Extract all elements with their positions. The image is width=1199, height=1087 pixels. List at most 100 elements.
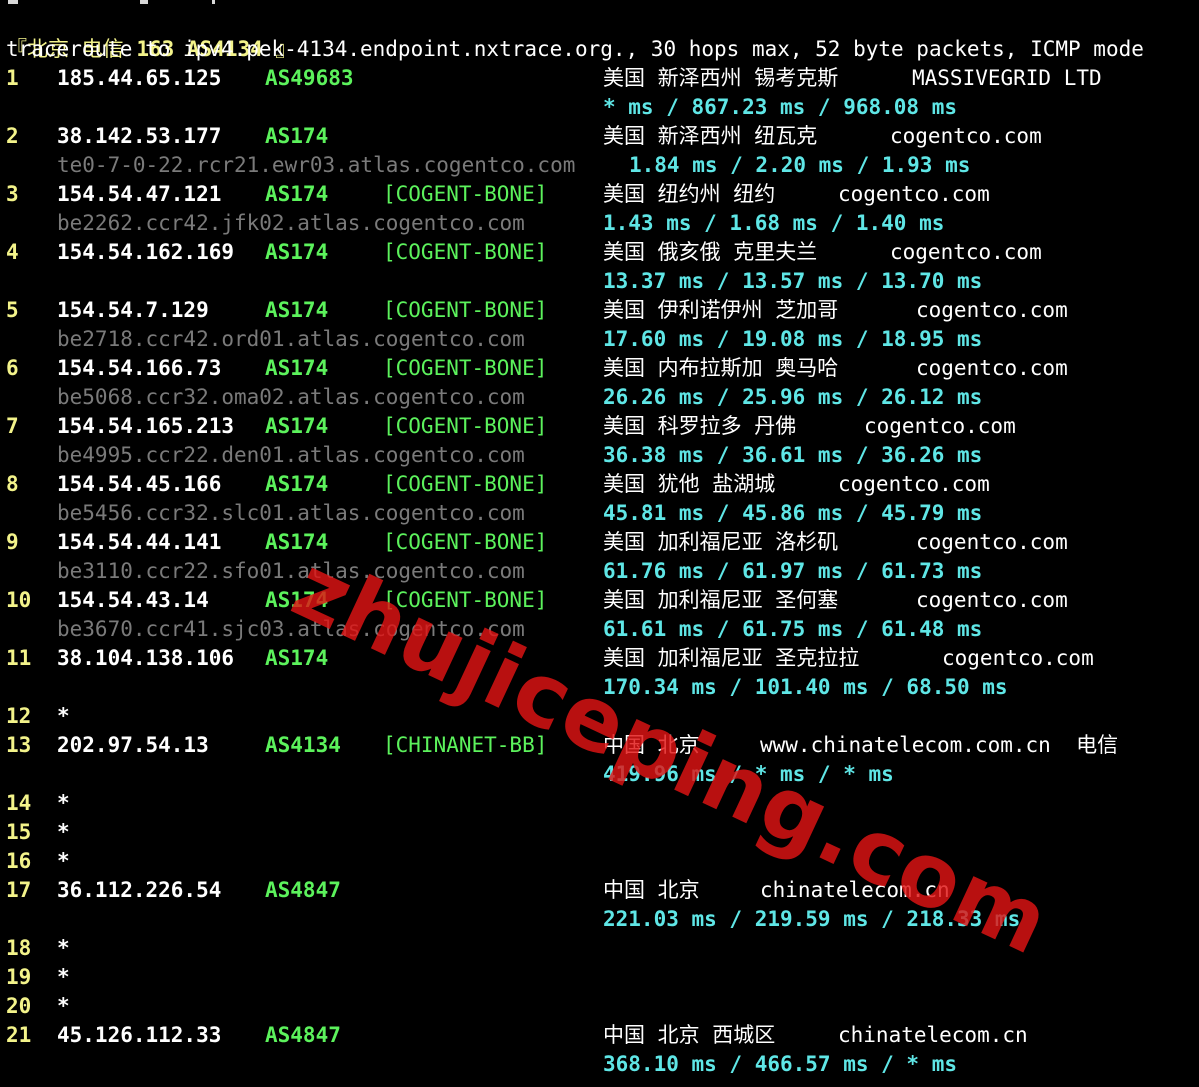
hop-ip: 45.126.112.33	[57, 1023, 222, 1047]
hop-detail-row: 419.96 ms / * ms / * ms	[0, 760, 1199, 789]
hop-detail-row: 221.03 ms / 219.59 ms / 218.33 ms	[0, 905, 1199, 934]
hop-org: MASSIVEGRID LTD	[912, 66, 1102, 90]
hop-ip: 36.112.226.54	[57, 878, 222, 902]
hop-asn: AS174	[265, 124, 329, 148]
hop-rtt: 221.03 ms / 219.59 ms / 218.33 ms	[603, 907, 1021, 931]
hop-ip: 154.54.166.73	[57, 356, 222, 380]
hop-rtt: 170.34 ms / 101.40 ms / 68.50 ms	[603, 675, 1008, 699]
hop-ip: 154.54.162.169	[57, 240, 235, 264]
hop-row: 4 154.54.162.169 AS174 [COGENT-BONE] 美国 俄亥俄 …	[0, 238, 1199, 267]
hop-org: cogentco.com	[916, 530, 1068, 554]
hop-number: 20	[6, 994, 32, 1018]
hop-geo: 美国 犹他 盐湖城	[603, 472, 776, 496]
hop-number: 16	[6, 849, 32, 873]
hop-row: 1 185.44.65.125 AS49683 美国 新泽西州 锡考克斯 MASSIVE…	[0, 64, 1199, 93]
hop-rdns: be5456.ccr32.slc01.atlas.cogentco.com	[57, 501, 525, 525]
hop-geo: 中国 北京	[603, 733, 700, 757]
hop-ip: *	[57, 994, 70, 1018]
hop-asn: AS174	[265, 182, 329, 206]
hop-number: 12	[6, 704, 32, 728]
hop-tag: [COGENT-BONE]	[383, 472, 548, 496]
hop-row: 19 *	[0, 963, 1199, 992]
clipped-top-line	[0, 0, 1199, 5]
hop-number: 18	[6, 936, 32, 960]
traceroute-command: traceroute to ipv4.pek-4134.endpoint.nxt…	[6, 37, 1144, 61]
hop-geo: 美国 新泽西州 纽瓦克	[603, 124, 818, 148]
hop-ip: 185.44.65.125	[57, 66, 222, 90]
hop-row: 12 *	[0, 702, 1199, 731]
hop-rtt: 61.76 ms / 61.97 ms / 61.73 ms	[603, 559, 983, 583]
hop-asn: AS174	[265, 240, 329, 264]
hop-geo: 中国 北京	[603, 878, 700, 902]
hop-rtt: 13.37 ms / 13.57 ms / 13.70 ms	[603, 269, 983, 293]
hop-number: 15	[6, 820, 32, 844]
hop-asn: AS174	[265, 646, 329, 670]
hop-number: 6	[6, 356, 19, 380]
header-line: 『北京 电信 163 AS4134 』	[0, 6, 1199, 61]
hop-row: 8 154.54.45.166 AS174 [COGENT-BONE] 美国 犹他 盐湖…	[0, 470, 1199, 499]
hop-geo: 美国 加利福尼亚 洛杉矶	[603, 530, 839, 554]
hop-row: 6 154.54.166.73 AS174 [COGENT-BONE] 美国 内布拉斯加…	[0, 354, 1199, 383]
hop-asn: AS174	[265, 356, 329, 380]
hop-org: cogentco.com	[942, 646, 1094, 670]
hop-detail-row: be5456.ccr32.slc01.atlas.cogentco.com 45.…	[0, 499, 1199, 528]
hop-detail-row: te0-7-0-22.rcr21.ewr03.atlas.cogentco.co…	[0, 151, 1199, 180]
hop-tag: [COGENT-BONE]	[383, 240, 548, 264]
hop-geo: 美国 伊利诺伊州 芝加哥	[603, 298, 839, 322]
hop-number: 19	[6, 965, 32, 989]
hop-row: 2 38.142.53.177 AS174 美国 新泽西州 纽瓦克 cogentco.c…	[0, 122, 1199, 151]
hop-rtt: 36.38 ms / 36.61 ms / 36.26 ms	[603, 443, 983, 467]
hop-org: chinatelecom.cn	[838, 1023, 1028, 1047]
hop-rdns: be3670.ccr41.sjc03.atlas.cogentco.com	[57, 617, 525, 641]
hop-geo: 美国 内布拉斯加 奥马哈	[603, 356, 839, 380]
hop-row: 14 *	[0, 789, 1199, 818]
hop-rdns: be3110.ccr22.sfo01.atlas.cogentco.com	[57, 559, 525, 583]
hop-detail-row: be5068.ccr32.oma02.atlas.cogentco.com 26.…	[0, 383, 1199, 412]
hop-geo: 美国 加利福尼亚 圣克拉拉	[603, 646, 860, 670]
hop-detail-row: 368.10 ms / 466.57 ms / * ms	[0, 1050, 1199, 1079]
hop-ip: 38.104.138.106	[57, 646, 235, 670]
hop-ip: *	[57, 965, 70, 989]
hop-rdns: be4995.ccr22.den01.atlas.cogentco.com	[57, 443, 525, 467]
hop-org: cogentco.com	[838, 472, 990, 496]
hop-ip: 154.54.43.14	[57, 588, 209, 612]
hop-tag: [COGENT-BONE]	[383, 588, 548, 612]
hop-rdns: be2718.ccr42.ord01.atlas.cogentco.com	[57, 327, 525, 351]
hop-asn: AS174	[265, 414, 329, 438]
hop-detail-row: be2718.ccr42.ord01.atlas.cogentco.com 17.…	[0, 325, 1199, 354]
hop-detail-row: be3670.ccr41.sjc03.atlas.cogentco.com 61.…	[0, 615, 1199, 644]
hop-row: 11 38.104.138.106 AS174 美国 加利福尼亚 圣克拉拉 cogent…	[0, 644, 1199, 673]
hop-detail-row: * ms / 867.23 ms / 968.08 ms	[0, 93, 1199, 122]
hop-ip: 38.142.53.177	[57, 124, 222, 148]
hop-ip: 154.54.7.129	[57, 298, 209, 322]
hop-detail-row: 13.37 ms / 13.57 ms / 13.70 ms	[0, 267, 1199, 296]
hop-tag: [COGENT-BONE]	[383, 182, 548, 206]
hop-ip: *	[57, 936, 70, 960]
hop-org: cogentco.com	[916, 356, 1068, 380]
hop-rdns: te0-7-0-22.rcr21.ewr03.atlas.cogentco.co…	[57, 153, 576, 177]
hop-row: 21 45.126.112.33 AS4847 中国 北京 西城区 chinatelec…	[0, 1021, 1199, 1050]
hop-ip: 154.54.45.166	[57, 472, 222, 496]
hop-rtt: 17.60 ms / 19.08 ms / 18.95 ms	[603, 327, 983, 351]
hop-rtt: 1.84 ms / 2.20 ms / 1.93 ms	[629, 153, 971, 177]
hop-rdns: be2262.ccr42.jfk02.atlas.cogentco.com	[57, 211, 525, 235]
hop-detail-row: be4995.ccr22.den01.atlas.cogentco.com 36.…	[0, 441, 1199, 470]
hop-number: 4	[6, 240, 19, 264]
hop-org: cogentco.com	[864, 414, 1016, 438]
hop-rtt: 1.43 ms / 1.68 ms / 1.40 ms	[603, 211, 945, 235]
hop-geo: 中国 北京 西城区	[603, 1023, 776, 1047]
hop-rtt: 45.81 ms / 45.86 ms / 45.79 ms	[603, 501, 983, 525]
hop-asn: AS174	[265, 298, 329, 322]
hop-number: 5	[6, 298, 19, 322]
hop-org: cogentco.com	[890, 124, 1042, 148]
hop-ip: 154.54.47.121	[57, 182, 222, 206]
hop-rdns: be5068.ccr32.oma02.atlas.cogentco.com	[57, 385, 525, 409]
hop-row: 3 154.54.47.121 AS174 [COGENT-BONE] 美国 纽约州 纽…	[0, 180, 1199, 209]
hop-asn: AS174	[265, 530, 329, 554]
hop-asn: AS174	[265, 472, 329, 496]
hop-tag: [COGENT-BONE]	[383, 298, 548, 322]
hop-row: 13 202.97.54.13 AS4134 [CHINANET-BB] 中国 北京 ww…	[0, 731, 1199, 760]
hop-tag: [CHINANET-BB]	[383, 733, 548, 757]
hop-number: 3	[6, 182, 19, 206]
hop-number: 11	[6, 646, 32, 670]
